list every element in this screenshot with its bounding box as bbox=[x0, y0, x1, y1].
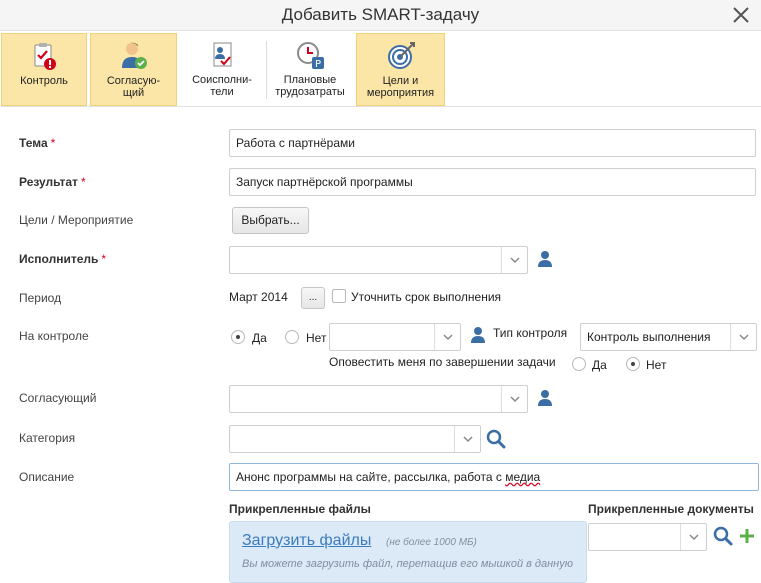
notify-yes-label: Да bbox=[592, 358, 607, 372]
notify-yes-radio[interactable] bbox=[572, 357, 586, 371]
control-type-select[interactable]: Контроль выполнения bbox=[580, 323, 757, 351]
tab-goals-label: Цели и мероприятия bbox=[366, 75, 435, 99]
tab-control[interactable]: Контроль bbox=[1, 33, 87, 106]
tab-approver[interactable]: Согласую- щий bbox=[90, 33, 177, 106]
required-mark: * bbox=[101, 252, 107, 266]
refine-deadline-checkbox[interactable] bbox=[332, 289, 346, 303]
chevron-down-icon[interactable] bbox=[501, 386, 527, 412]
attached-docs-title: Прикрепленные документы bbox=[588, 502, 754, 516]
user-approve-icon bbox=[118, 40, 150, 72]
approver-label: Согласующий bbox=[19, 391, 97, 405]
period-picker-button[interactable]: ... bbox=[301, 287, 325, 309]
docs-search-icon[interactable] bbox=[713, 526, 733, 546]
tab-coexecutors-label: Соисполни- тели bbox=[192, 74, 252, 98]
control-label: На контроле bbox=[19, 329, 89, 343]
notify-no-radio[interactable] bbox=[626, 357, 640, 371]
result-label: Результат * bbox=[19, 175, 86, 189]
description-text: Анонс программы на сайте, рассылка, рабо… bbox=[236, 470, 506, 484]
tab-planned-labor[interactable]: P Плановые трудозатраты bbox=[267, 33, 353, 106]
tab-goals[interactable]: Цели и мероприятия bbox=[356, 33, 445, 106]
tab-coexecutors[interactable]: Соисполни- тели bbox=[179, 33, 265, 106]
description-misspelled-word: медиа bbox=[505, 470, 541, 484]
upload-limit-note: (не более 1000 МБ) bbox=[386, 537, 477, 548]
add-document-plus-icon[interactable] bbox=[739, 528, 755, 544]
chevron-down-icon[interactable] bbox=[680, 524, 706, 550]
required-mark: * bbox=[80, 175, 86, 189]
period-label: Период bbox=[19, 291, 62, 305]
task-toolbar: Контроль Согласую- щий Соисполни- тели P… bbox=[0, 31, 761, 107]
topic-label: Тема * bbox=[19, 136, 56, 150]
description-label: Описание bbox=[19, 470, 75, 484]
control-no-label: Нет bbox=[306, 331, 327, 345]
control-type-value: Контроль выполнения bbox=[587, 330, 711, 344]
tab-planned-labor-label: Плановые трудозатраты bbox=[275, 74, 345, 98]
attached-files-title: Прикрепленные файлы bbox=[229, 502, 371, 516]
control-yes-radio[interactable] bbox=[231, 330, 245, 344]
target-icon bbox=[385, 40, 417, 72]
controller-combo[interactable] bbox=[329, 323, 461, 351]
topic-input[interactable]: Работа с партнёрами bbox=[229, 129, 756, 157]
result-input[interactable]: Запуск партнёрской программы bbox=[229, 168, 756, 196]
period-value: Март 2014 bbox=[229, 290, 288, 304]
notify-label: Оповестить меня по завершении задачи bbox=[329, 355, 556, 369]
dialog-titlebar: Добавить SMART-задачу bbox=[0, 0, 761, 31]
chevron-down-icon[interactable] bbox=[501, 247, 527, 273]
control-type-label: Тип контроля bbox=[493, 326, 568, 340]
upload-files-link[interactable]: Загрузить файлы bbox=[242, 532, 371, 550]
category-label: Категория bbox=[19, 431, 76, 445]
chevron-down-icon[interactable] bbox=[730, 324, 756, 350]
file-upload-dropzone[interactable]: Загрузить файлы (не более 1000 МБ) Вы мо… bbox=[229, 521, 587, 583]
approver-combo[interactable] bbox=[229, 385, 528, 413]
select-goals-button[interactable]: Выбрать... bbox=[232, 207, 309, 234]
tab-control-label: Контроль bbox=[20, 75, 68, 87]
doc-users-icon bbox=[206, 39, 238, 71]
description-input[interactable]: Анонс программы на сайте, рассылка, рабо… bbox=[229, 463, 759, 491]
clipboard-alert-icon bbox=[28, 40, 60, 72]
goals-label: Цели / Мероприятие bbox=[19, 213, 134, 227]
upload-hint: Вы можете загрузить файл, перетащив его … bbox=[242, 558, 573, 570]
executor-combo[interactable] bbox=[229, 246, 528, 274]
attached-docs-combo[interactable] bbox=[588, 523, 707, 551]
select-approver-user-icon[interactable] bbox=[537, 389, 553, 407]
select-executor-user-icon[interactable] bbox=[537, 250, 553, 268]
notify-no-label: Нет bbox=[646, 358, 667, 372]
executor-label: Исполнитель * bbox=[19, 252, 107, 266]
control-no-radio[interactable] bbox=[285, 330, 299, 344]
chevron-down-icon[interactable] bbox=[454, 426, 480, 452]
refine-deadline-label: Уточнить срок выполнения bbox=[351, 290, 502, 304]
close-icon[interactable] bbox=[729, 3, 753, 27]
required-mark: * bbox=[50, 136, 56, 150]
category-search-icon[interactable] bbox=[486, 429, 506, 449]
dialog-title: Добавить SMART-задачу bbox=[281, 5, 480, 24]
clock-plan-icon: P bbox=[294, 39, 326, 71]
category-combo[interactable] bbox=[229, 425, 481, 453]
select-controller-user-icon[interactable] bbox=[470, 326, 486, 344]
tab-approver-label: Согласую- щий bbox=[106, 75, 161, 99]
control-yes-label: Да bbox=[252, 331, 267, 345]
chevron-down-icon[interactable] bbox=[434, 324, 460, 350]
svg-text:P: P bbox=[315, 59, 321, 70]
